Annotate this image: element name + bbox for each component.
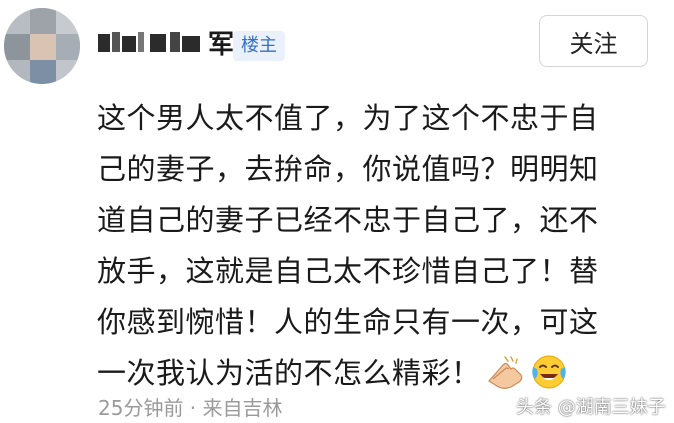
comment-line: 这个男人太不值了，为了这个不忠于自 (97, 101, 599, 135)
comment-body: 这个男人太不值了，为了这个不忠于自 己的妻子，去拚命，你说值吗？明明知 道自己的… (97, 93, 657, 399)
comment-line-text: 一次我认为活的不怎么精彩！ (97, 356, 481, 390)
comment-line: 你感到惋惜！人的生命只有一次，可这 (97, 305, 599, 339)
watermark: 头条 @湖南三妹子 (516, 397, 666, 418)
comment-line: 己的妻子，去拚命，你说值吗？明明知 (97, 152, 599, 186)
laughing-crying-face-icon (529, 351, 569, 391)
avatar[interactable] (4, 8, 80, 84)
comment-line: 放手，这就是自己太不珍惜自己了！替 (97, 254, 599, 288)
follow-button[interactable]: 关注 (539, 15, 648, 67)
comment-line: 道自己的妻子已经不忠于自己了，还不 (97, 203, 599, 237)
username[interactable]: 军c (98, 22, 248, 62)
comment-meta: 25分钟前 · 来自吉林 (98, 396, 283, 420)
username-redacted (98, 30, 206, 54)
host-badge: 楼主 (233, 31, 285, 61)
clapping-hands-icon (485, 351, 525, 391)
